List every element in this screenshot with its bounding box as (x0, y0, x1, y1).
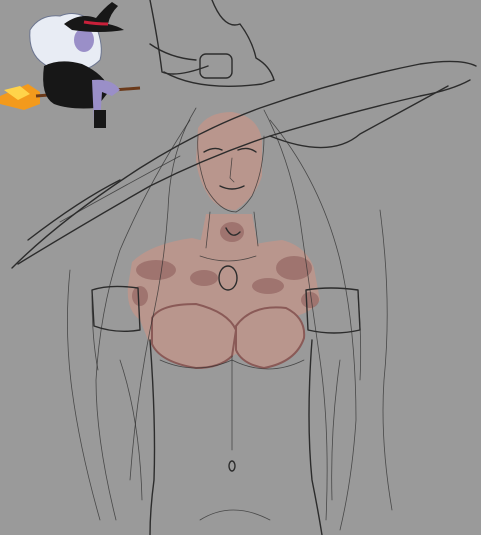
shoulder-shadow-left (136, 260, 176, 280)
arm-shadow-left (132, 286, 148, 306)
drawing-canvas[interactable] (0, 0, 481, 535)
sketch-artwork (0, 0, 481, 535)
arm-shadow-right (301, 292, 319, 308)
witch-boot (94, 110, 106, 128)
chest-shadow-right (252, 278, 284, 294)
chest-shadow-left (190, 270, 218, 286)
